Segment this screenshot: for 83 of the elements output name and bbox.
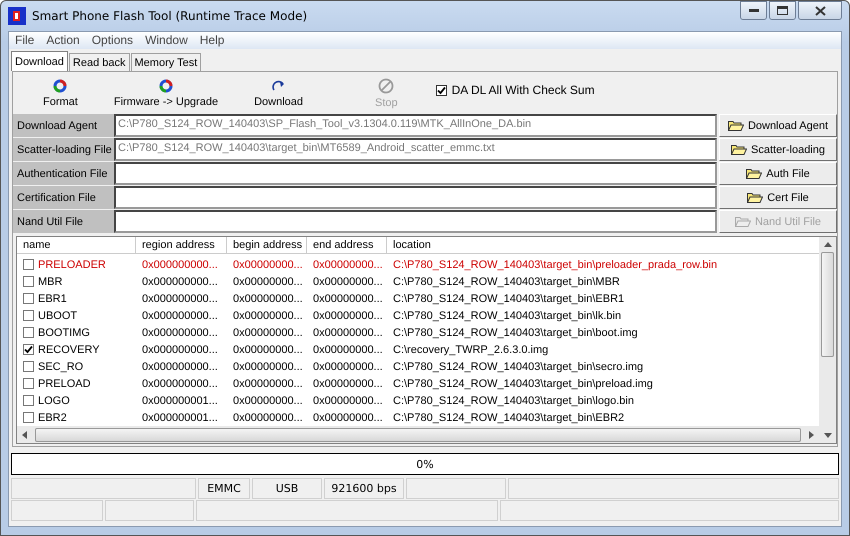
table-cell: C:\P780_S124_ROW_140403\target_bin\preload.img bbox=[393, 378, 653, 390]
toolbar-button[interactable]: Format bbox=[13, 78, 96, 108]
toolbar-button[interactable]: Firmware -> Upgrade bbox=[96, 78, 236, 108]
field-label: Certification File bbox=[13, 186, 114, 209]
menu-item[interactable]: Help bbox=[194, 32, 230, 49]
toolbar-button[interactable]: Download bbox=[236, 78, 321, 108]
column-header[interactable]: region address bbox=[136, 237, 227, 253]
table-cell: 0x000000000... bbox=[142, 292, 218, 304]
tab[interactable]: Read back bbox=[68, 53, 130, 71]
table-cell: 0x00000000... bbox=[313, 394, 383, 406]
menu-item[interactable]: Options bbox=[86, 32, 140, 49]
table-cell: UBOOT bbox=[38, 310, 78, 322]
table-cell: 0x00000000... bbox=[313, 310, 383, 322]
table-cell: C:\recovery_TWRP_2.6.3.0.img bbox=[393, 344, 548, 356]
table-cell: 0x00000000... bbox=[233, 292, 303, 304]
table-cell: 0x000000000... bbox=[142, 258, 218, 270]
table-cell: C:\P780_S124_ROW_140403\target_bin\logo.bin bbox=[393, 394, 634, 406]
progress-text: 0% bbox=[416, 458, 434, 470]
table-cell: 0x000000001... bbox=[142, 394, 218, 406]
table-cell: 0x00000000... bbox=[233, 344, 303, 356]
table-cell: 0x00000000... bbox=[313, 276, 383, 288]
table-cell: 0x00000000... bbox=[313, 292, 383, 304]
table-cell: 0x00000000... bbox=[313, 344, 383, 356]
table-cell: 0x00000000... bbox=[313, 360, 383, 372]
table-cell: 0x00000000... bbox=[233, 276, 303, 288]
checksum-checkbox[interactable]: DA DL All With Check Sum bbox=[436, 83, 595, 97]
table-cell: C:\P780_S124_ROW_140403\target_bin\lk.bin bbox=[393, 310, 622, 322]
table-cell: PRELOAD bbox=[38, 378, 91, 390]
table-cell: C:\P780_S124_ROW_140403\target_bin\preloader_prada_row.bin bbox=[393, 258, 718, 270]
browse-button[interactable]: Download Agent bbox=[719, 114, 837, 137]
path-field[interactable]: C:\P780_S124_ROW_140403\SP_Flash_Tool_v3.1304.0.119\MTK_AllInOne_DA.bin bbox=[114, 114, 717, 137]
column-header[interactable]: location bbox=[387, 237, 807, 253]
table-cell: 0x000000000... bbox=[142, 360, 218, 372]
table-cell: SEC_RO bbox=[38, 360, 84, 372]
table-cell: 0x000000000... bbox=[142, 378, 218, 390]
table-cell: MBR bbox=[38, 276, 62, 288]
field-label: Nand Util File bbox=[13, 210, 114, 233]
table-cell: 0x00000000... bbox=[233, 394, 303, 406]
table-cell: 0x00000000... bbox=[233, 378, 303, 390]
table-cell: 0x000000000... bbox=[142, 344, 218, 356]
window-title: Smart Phone Flash Tool (Runtime Trace Mode) bbox=[32, 9, 308, 23]
table-cell: 0x00000000... bbox=[233, 310, 303, 322]
table-cell: PRELOADER bbox=[38, 258, 106, 270]
column-header[interactable]: name bbox=[17, 237, 136, 253]
path-field[interactable]: C:\P780_S124_ROW_140403\target_bin\MT6589_Android_scatter_emmc.txt bbox=[114, 138, 717, 161]
table-cell: C:\P780_S124_ROW_140403\target_bin\EBR1 bbox=[393, 292, 624, 304]
table-cell: 0x00000000... bbox=[313, 326, 383, 338]
table-cell: 0x00000000... bbox=[233, 412, 303, 424]
status-text: USB bbox=[276, 482, 298, 495]
table-cell: 0x000000000... bbox=[142, 326, 218, 338]
table-cell: C:\P780_S124_ROW_140403\target_bin\EBR2 bbox=[393, 412, 624, 424]
menu-item[interactable]: Action bbox=[40, 32, 86, 49]
table-cell: 0x00000000... bbox=[233, 360, 303, 372]
browse-button[interactable]: Auth File bbox=[719, 162, 837, 185]
table-cell: EBR2 bbox=[38, 412, 67, 424]
table-cell: C:\P780_S124_ROW_140403\target_bin\MBR bbox=[393, 276, 620, 288]
tab[interactable]: Download bbox=[11, 51, 68, 71]
table-cell: 0x000000001... bbox=[142, 412, 218, 424]
table-cell: 0x00000000... bbox=[313, 258, 383, 270]
table-cell: LOGO bbox=[38, 394, 70, 406]
table-cell: C:\P780_S124_ROW_140403\target_bin\boot.img bbox=[393, 326, 638, 338]
table-cell: 0x00000000... bbox=[233, 326, 303, 338]
status-text: EMMC bbox=[207, 482, 241, 495]
menu-item[interactable]: Window bbox=[139, 32, 194, 49]
table-cell: 0x000000000... bbox=[142, 310, 218, 322]
menu-item[interactable]: File bbox=[9, 32, 40, 49]
table-cell: 0x00000000... bbox=[313, 378, 383, 390]
column-header[interactable]: begin address bbox=[227, 237, 307, 253]
column-header[interactable]: end address bbox=[307, 237, 387, 253]
browse-button[interactable]: Cert File bbox=[719, 186, 837, 209]
table-cell: 0x000000000... bbox=[142, 276, 218, 288]
table-cell: BOOTIMG bbox=[38, 326, 90, 338]
table-cell: RECOVERY bbox=[38, 344, 100, 356]
status-text: 921600 bps bbox=[331, 482, 397, 495]
browse-button[interactable]: Scatter-loading bbox=[719, 138, 837, 161]
tab[interactable]: Memory Test bbox=[130, 53, 202, 71]
table-cell: C:\P780_S124_ROW_140403\target_bin\secro.img bbox=[393, 360, 644, 372]
field-label: Scatter-loading File bbox=[13, 138, 114, 161]
table-cell: EBR1 bbox=[38, 292, 67, 304]
field-label: Download Agent bbox=[13, 114, 114, 137]
table-cell: 0x00000000... bbox=[233, 258, 303, 270]
field-label: Authentication File bbox=[13, 162, 114, 185]
table-cell: 0x00000000... bbox=[313, 412, 383, 424]
